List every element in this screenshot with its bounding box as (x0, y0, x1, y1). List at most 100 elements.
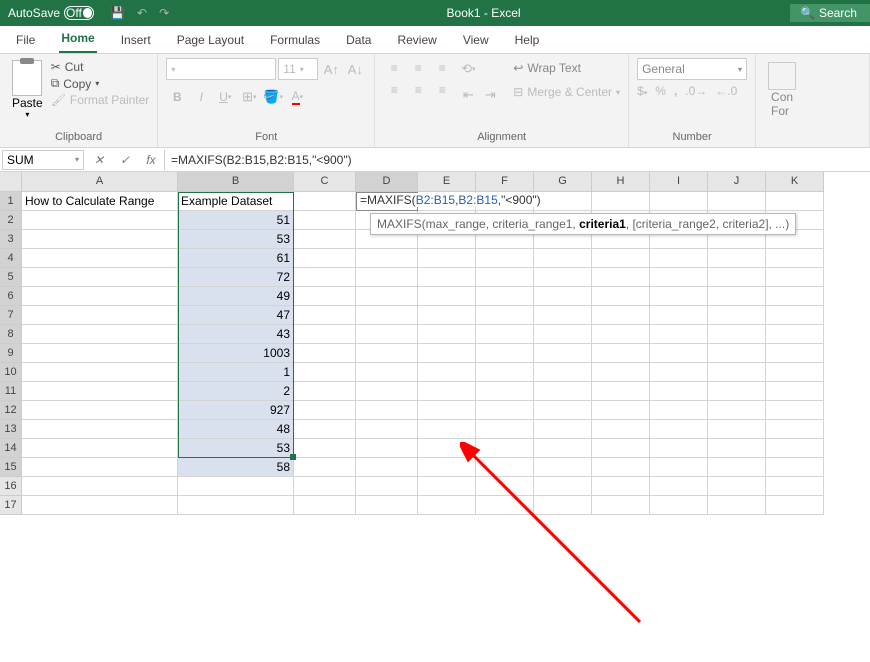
row-header-4[interactable]: 4 (0, 249, 22, 268)
tab-insert[interactable]: Insert (119, 27, 153, 53)
cell[interactable] (650, 344, 708, 363)
cell[interactable] (766, 439, 824, 458)
cell-b9[interactable]: 1003 (178, 344, 294, 363)
cell[interactable] (708, 382, 766, 401)
cell[interactable] (708, 344, 766, 363)
formula-input[interactable]: =MAXIFS(B2:B15,B2:B15,"<900") (165, 153, 870, 167)
cell-c9[interactable] (294, 344, 356, 363)
cell[interactable] (418, 496, 476, 515)
cell[interactable] (534, 363, 592, 382)
cell-a14[interactable] (22, 439, 178, 458)
cell-b4[interactable]: 61 (178, 249, 294, 268)
cell-c8[interactable] (294, 325, 356, 344)
col-header-f[interactable]: F (476, 172, 534, 192)
cell[interactable] (534, 439, 592, 458)
copy-button[interactable]: ⧉Copy▾ (51, 76, 150, 91)
cell-c15[interactable] (294, 458, 356, 477)
cell[interactable] (418, 363, 476, 382)
currency-button[interactable]: $▾ (637, 84, 647, 98)
cell-a3[interactable] (22, 230, 178, 249)
cell[interactable] (534, 496, 592, 515)
cell[interactable] (766, 401, 824, 420)
cell[interactable] (476, 306, 534, 325)
cell-c3[interactable] (294, 230, 356, 249)
col-header-e[interactable]: E (418, 172, 476, 192)
cell-b3[interactable]: 53 (178, 230, 294, 249)
col-header-g[interactable]: G (534, 172, 592, 192)
col-header-a[interactable]: A (22, 172, 178, 192)
row-header-17[interactable]: 17 (0, 496, 22, 515)
cell[interactable] (650, 363, 708, 382)
cell-b13[interactable]: 48 (178, 420, 294, 439)
cell-a4[interactable] (22, 249, 178, 268)
cell[interactable] (418, 268, 476, 287)
cell-b16[interactable] (178, 477, 294, 496)
cell[interactable] (592, 382, 650, 401)
cell[interactable] (534, 306, 592, 325)
merge-button[interactable]: ⊟Merge & Center▾ (513, 82, 620, 102)
cell-d6[interactable] (356, 287, 418, 306)
cell-c6[interactable] (294, 287, 356, 306)
cell[interactable] (476, 363, 534, 382)
cell-a9[interactable] (22, 344, 178, 363)
cell[interactable] (766, 496, 824, 515)
cell[interactable] (766, 477, 824, 496)
cell[interactable] (592, 287, 650, 306)
cell-a17[interactable] (22, 496, 178, 515)
decrease-font-icon[interactable]: A↓ (344, 58, 366, 80)
increase-decimal-icon[interactable]: .0→ (685, 84, 707, 98)
enter-icon[interactable]: ✓ (112, 150, 138, 170)
cell[interactable] (592, 306, 650, 325)
align-middle-icon[interactable]: ≡ (407, 58, 429, 78)
cell-a5[interactable] (22, 268, 178, 287)
cell[interactable] (592, 268, 650, 287)
col-header-h[interactable]: H (592, 172, 650, 192)
cell[interactable] (476, 268, 534, 287)
row-header-16[interactable]: 16 (0, 477, 22, 496)
cell[interactable] (766, 382, 824, 401)
tab-formulas[interactable]: Formulas (268, 27, 322, 53)
cell[interactable] (766, 363, 824, 382)
cell[interactable] (708, 249, 766, 268)
cell-d15[interactable] (356, 458, 418, 477)
cell[interactable] (650, 268, 708, 287)
decrease-indent-icon[interactable]: ⇤ (457, 84, 479, 106)
cell[interactable] (534, 192, 592, 211)
format-painter-button[interactable]: 🖌Format Painter (51, 93, 150, 107)
cell[interactable] (708, 439, 766, 458)
cell-d17[interactable] (356, 496, 418, 515)
cell-d13[interactable] (356, 420, 418, 439)
cell[interactable] (650, 439, 708, 458)
cell-c16[interactable] (294, 477, 356, 496)
cell[interactable] (476, 325, 534, 344)
cell[interactable] (766, 344, 824, 363)
cell[interactable] (592, 420, 650, 439)
font-size-select[interactable]: 11 ▾ (278, 58, 318, 80)
cell[interactable] (708, 268, 766, 287)
comma-button[interactable]: , (674, 84, 677, 98)
cell[interactable] (766, 306, 824, 325)
cell[interactable] (418, 420, 476, 439)
col-header-k[interactable]: K (766, 172, 824, 192)
cell-b10[interactable]: 1 (178, 363, 294, 382)
cell[interactable] (592, 249, 650, 268)
cut-button[interactable]: ✂Cut (51, 60, 150, 74)
cell[interactable] (592, 477, 650, 496)
row-header-7[interactable]: 7 (0, 306, 22, 325)
cell[interactable] (766, 458, 824, 477)
row-header-11[interactable]: 11 (0, 382, 22, 401)
cell[interactable] (766, 287, 824, 306)
cell[interactable] (650, 496, 708, 515)
cell[interactable] (476, 287, 534, 306)
cell-b11[interactable]: 2 (178, 382, 294, 401)
row-header-10[interactable]: 10 (0, 363, 22, 382)
cell[interactable] (418, 325, 476, 344)
cell-d1-editing[interactable]: =MAXIFS(B2:B15,B2:B15,"<900") (358, 193, 543, 207)
row-header-15[interactable]: 15 (0, 458, 22, 477)
cell[interactable] (708, 420, 766, 439)
increase-indent-icon[interactable]: ⇥ (479, 84, 501, 106)
cell[interactable] (592, 439, 650, 458)
cell[interactable] (650, 249, 708, 268)
cell-c14[interactable] (294, 439, 356, 458)
cell[interactable] (476, 496, 534, 515)
